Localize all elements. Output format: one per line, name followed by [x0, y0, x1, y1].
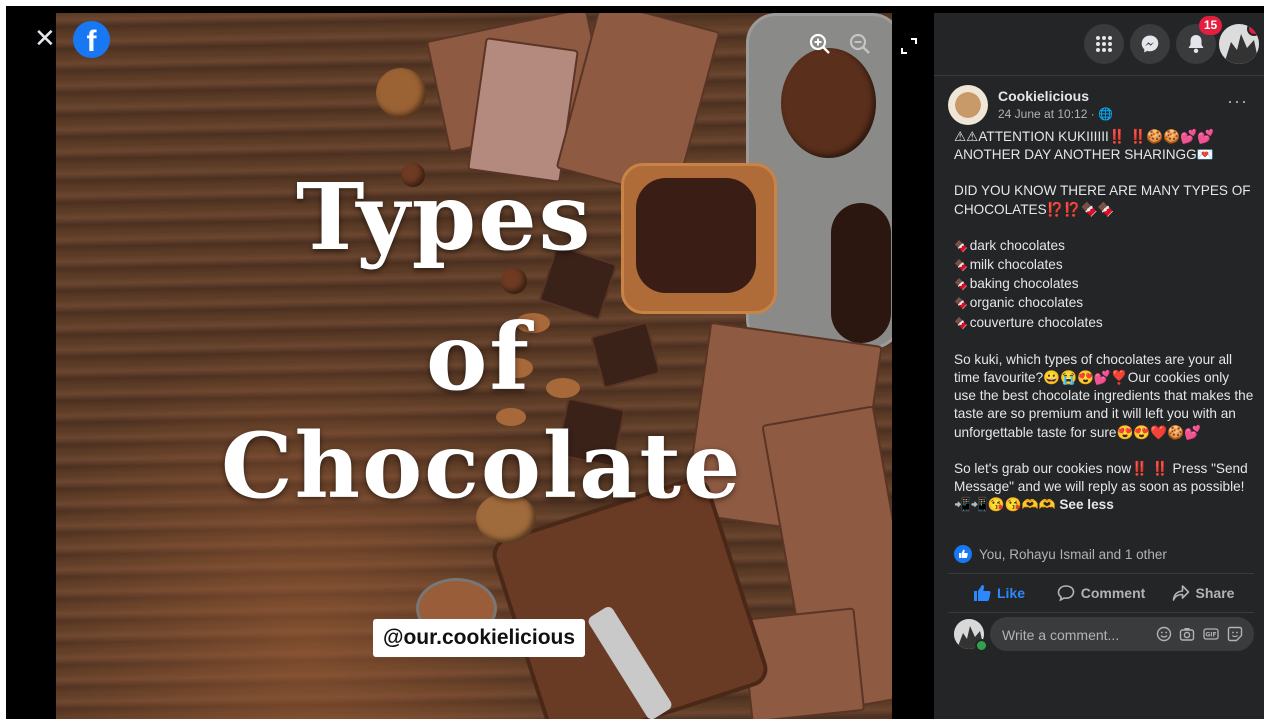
post-side-panel: 15 Cookielicious 24 June at 10:12 · 🌐 ··… — [934, 13, 1264, 719]
post-timestamp[interactable]: 24 June at 10:12 · 🌐 — [998, 107, 1113, 121]
reactions-text[interactable]: You, Rohayu Ismail and 1 other — [979, 547, 1167, 562]
zoom-in-icon[interactable] — [808, 32, 832, 56]
caption-paragraph-favourite: So kuki, which types of chocolates are y… — [954, 351, 1254, 440]
more-options-icon[interactable]: ··· — [1227, 91, 1248, 112]
list-item: 🍫 couverture chocolates — [954, 314, 1103, 330]
share-button[interactable]: Share — [1152, 574, 1254, 612]
list-item: 🍫 organic chocolates — [954, 295, 1084, 311]
fullscreen-icon[interactable] — [899, 36, 919, 56]
caption-cta-line: 📲📲😘😘🫶🫶 See less — [954, 496, 1254, 514]
chocolate-bullet-icon: 🍫 — [954, 279, 968, 292]
camera-icon[interactable] — [1179, 626, 1195, 642]
zoom-out-icon[interactable] — [848, 32, 872, 56]
post-caption: ⚠⚠ATTENTION KUKIIIIII‼️ ‼️🍪🍪💕💕 ANOTHER D… — [954, 128, 1254, 514]
online-status-dot — [975, 639, 988, 652]
comment-label: Comment — [1080, 585, 1146, 601]
emoji-icon[interactable] — [1156, 626, 1172, 642]
messenger-button[interactable] — [1130, 24, 1170, 64]
svg-text:GIF: GIF — [1205, 632, 1216, 639]
caption-line-question: DID YOU KNOW THERE ARE MANY TYPES OF CHO… — [954, 183, 1251, 217]
close-icon[interactable]: ✕ — [34, 25, 56, 51]
like-button[interactable]: Like — [948, 574, 1050, 612]
comment-icon — [1057, 585, 1075, 602]
chocolate-bullet-icon: 🍫 — [954, 260, 968, 273]
caption-paragraph-cta: So let's grab our cookies now‼️ ‼️ Press… — [954, 460, 1248, 495]
chocolate-bullet-icon: 🍫 — [954, 298, 968, 311]
hazelnut-1 — [501, 268, 527, 294]
photo-viewer: Types of Chocolate @our.cookielicious ✕ … — [6, 6, 1264, 719]
photo-title-line-2: of — [426, 303, 531, 411]
sticker-icon[interactable] — [1227, 626, 1243, 642]
avatar-status-dot — [1247, 24, 1259, 36]
chocolate-bullet-icon: 🍫 — [954, 317, 968, 330]
comment-composer: GIF — [990, 617, 1254, 653]
like-label: Like — [996, 585, 1025, 601]
walnut-1 — [376, 68, 426, 118]
messenger-icon — [1141, 35, 1159, 53]
page-name-link[interactable]: Cookielicious — [998, 88, 1089, 104]
caption-line-attention: ⚠⚠ATTENTION KUKIIIIII‼️ ‼️🍪🍪💕💕 — [954, 129, 1215, 144]
share-icon — [1172, 585, 1189, 601]
menu-grid-button[interactable] — [1084, 24, 1124, 64]
photo-title-line-3: Chocolate — [221, 413, 743, 519]
thumbs-up-icon — [973, 585, 991, 601]
gif-icon[interactable]: GIF — [1203, 626, 1219, 642]
page-avatar[interactable] — [948, 85, 988, 125]
post-photo: Types of Chocolate @our.cookielicious — [56, 13, 892, 719]
share-label: Share — [1195, 585, 1235, 601]
chocolate-chips — [831, 203, 891, 343]
notification-count-badge: 15 — [1199, 16, 1222, 35]
caption-emoji: 📲📲😘😘🫶🫶 — [954, 497, 1056, 513]
hazelnut-cluster — [781, 48, 876, 158]
comment-button[interactable]: Comment — [1050, 574, 1152, 612]
almond-3 — [546, 378, 580, 398]
facebook-logo-icon[interactable]: f — [73, 21, 110, 58]
instagram-handle-label: @our.cookielicious — [373, 619, 586, 657]
list-item: 🍫 milk chocolates — [954, 257, 1063, 273]
list-item: 🍫 dark chocolates — [954, 237, 1065, 253]
notifications-button[interactable]: 15 — [1176, 16, 1222, 64]
photo-title-line-1: Types — [296, 163, 593, 271]
bell-icon — [1188, 35, 1204, 53]
caption-line-sharing: ANOTHER DAY ANOTHER SHARINGG💌 — [954, 147, 1214, 163]
list-item: 🍫 baking chocolates — [954, 276, 1079, 292]
chocolate-bullet-icon: 🍫 — [954, 240, 968, 253]
menu-grid-icon — [1096, 36, 1112, 52]
comment-input[interactable] — [1000, 617, 1144, 653]
post-actions: Like Comment Share — [948, 573, 1254, 613]
chocolate-sauce — [636, 178, 756, 293]
like-reaction-icon — [954, 545, 972, 563]
profile-avatar-button[interactable] — [1219, 24, 1259, 64]
top-navigation: 15 — [934, 13, 1264, 76]
reactions-summary[interactable]: You, Rohayu Ismail and 1 other — [954, 545, 1167, 563]
dark-chocolate-piece-2 — [590, 321, 661, 389]
see-less-link[interactable]: See less — [1059, 497, 1113, 512]
